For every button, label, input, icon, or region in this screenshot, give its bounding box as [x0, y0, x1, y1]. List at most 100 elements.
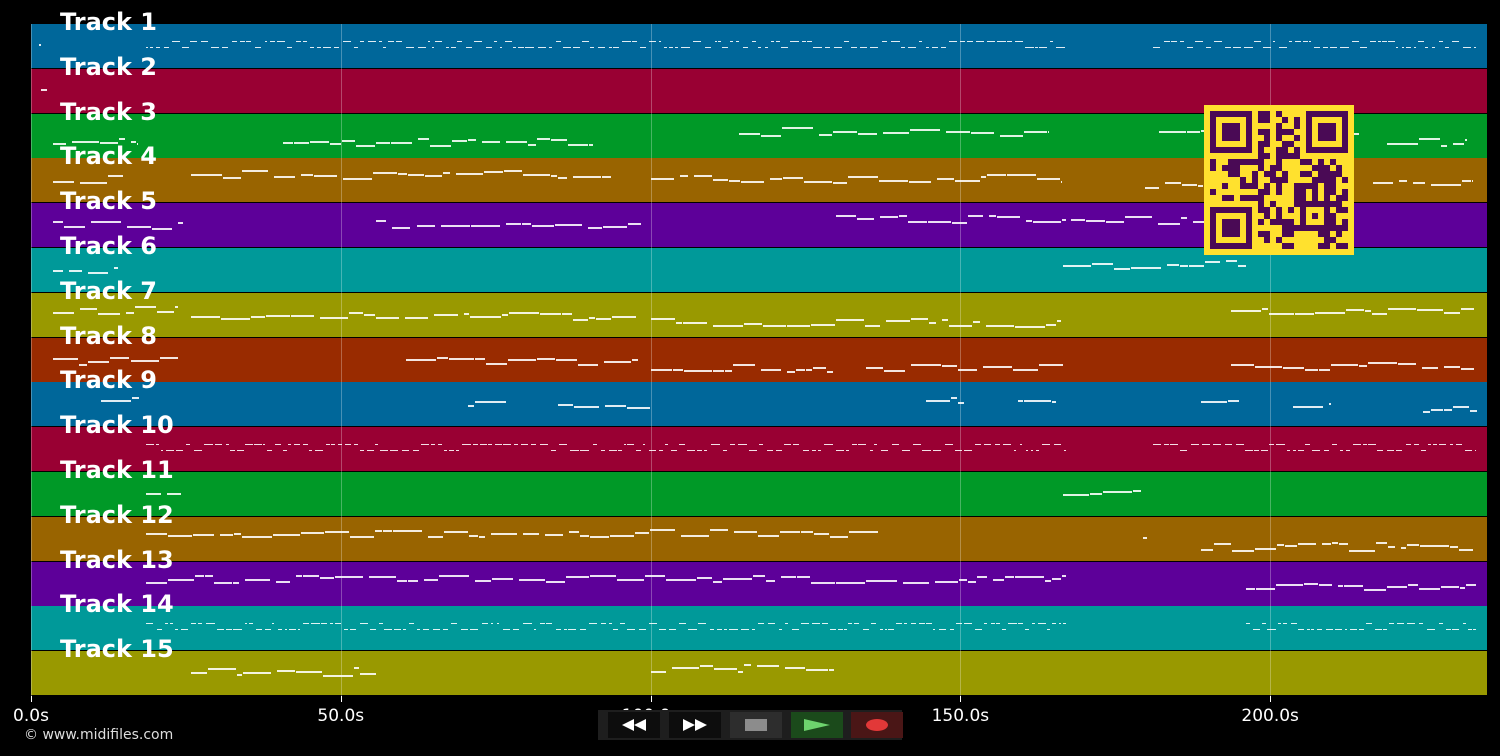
note: [574, 405, 599, 408]
note: [512, 629, 520, 631]
note: [1309, 41, 1312, 42]
note: [416, 224, 435, 227]
note: [1376, 542, 1387, 545]
note: [1045, 323, 1056, 326]
note: [545, 534, 564, 537]
note: [945, 130, 970, 133]
note: [864, 325, 881, 328]
note: [405, 317, 428, 320]
note: [277, 669, 295, 672]
note: [1373, 181, 1393, 184]
note: [1438, 444, 1447, 446]
note: [1055, 47, 1065, 48]
note: [1038, 47, 1047, 48]
note: [1387, 545, 1395, 548]
track-label: Track 4: [60, 142, 158, 171]
note: [728, 179, 740, 182]
note: [225, 444, 230, 446]
note: [1275, 444, 1285, 446]
note: [1445, 629, 1452, 631]
note: [417, 629, 421, 631]
note: [309, 450, 313, 452]
track-label: Track 2: [60, 52, 158, 81]
note: [929, 321, 936, 324]
note: [1024, 399, 1051, 402]
note: [475, 579, 491, 582]
note: [556, 629, 561, 631]
note: [1369, 41, 1376, 42]
note: [506, 223, 522, 226]
note: [126, 226, 151, 229]
note: [1335, 629, 1342, 631]
note: [483, 171, 503, 174]
track-lane: Track 1: [31, 8, 1487, 68]
note: [348, 311, 364, 314]
tick-label: 50.0s: [317, 706, 365, 726]
note: [990, 623, 995, 625]
note: [814, 533, 829, 536]
note: [658, 629, 666, 631]
note: [319, 576, 335, 579]
note: [730, 444, 735, 446]
note: [1267, 629, 1276, 631]
note: [244, 623, 248, 625]
note: [931, 47, 939, 48]
note: [53, 312, 74, 315]
note: [1186, 47, 1194, 48]
note: [1124, 215, 1152, 218]
stop-button[interactable]: [730, 712, 782, 738]
note: [1013, 450, 1017, 452]
note: [643, 444, 646, 446]
track-lane: Track 15: [31, 635, 1487, 696]
note: [743, 322, 763, 325]
note: [1019, 444, 1023, 446]
note: [431, 47, 434, 48]
note: [502, 314, 508, 317]
note: [1214, 542, 1231, 545]
note: [651, 317, 675, 320]
note: [445, 47, 450, 48]
record-button[interactable]: [851, 712, 903, 738]
note: [1051, 401, 1056, 404]
note: [53, 269, 64, 272]
note: [781, 575, 796, 578]
note: [216, 629, 225, 631]
note: [508, 311, 539, 314]
note: [200, 41, 209, 42]
note: [393, 629, 401, 631]
note: [1359, 364, 1368, 367]
note: [379, 41, 382, 42]
note: [598, 47, 605, 48]
note: [997, 41, 1006, 42]
note: [277, 629, 283, 631]
note: [190, 41, 197, 42]
note: [683, 321, 707, 324]
note: [1102, 490, 1133, 493]
note: [1054, 444, 1062, 446]
fast-forward-button[interactable]: [669, 712, 721, 738]
note: [1331, 542, 1339, 545]
track-lane: Track 9: [31, 366, 1487, 427]
note: [1051, 578, 1062, 581]
note: [273, 534, 300, 537]
note: [180, 629, 188, 631]
note: [980, 176, 986, 179]
rewind-button[interactable]: [608, 712, 660, 738]
note: [778, 629, 782, 631]
note: [1254, 450, 1259, 452]
note: [1287, 450, 1290, 452]
note: [488, 444, 493, 446]
note: [39, 43, 41, 46]
note: [1419, 623, 1424, 625]
note: [433, 313, 458, 316]
note: [580, 535, 589, 538]
note: [1473, 629, 1476, 631]
note: [558, 177, 567, 180]
play-button[interactable]: [791, 712, 843, 738]
note: [1444, 365, 1460, 368]
note: [589, 623, 598, 625]
note: [1418, 138, 1440, 141]
note: [776, 41, 780, 42]
note: [697, 623, 707, 625]
note: [118, 137, 125, 140]
